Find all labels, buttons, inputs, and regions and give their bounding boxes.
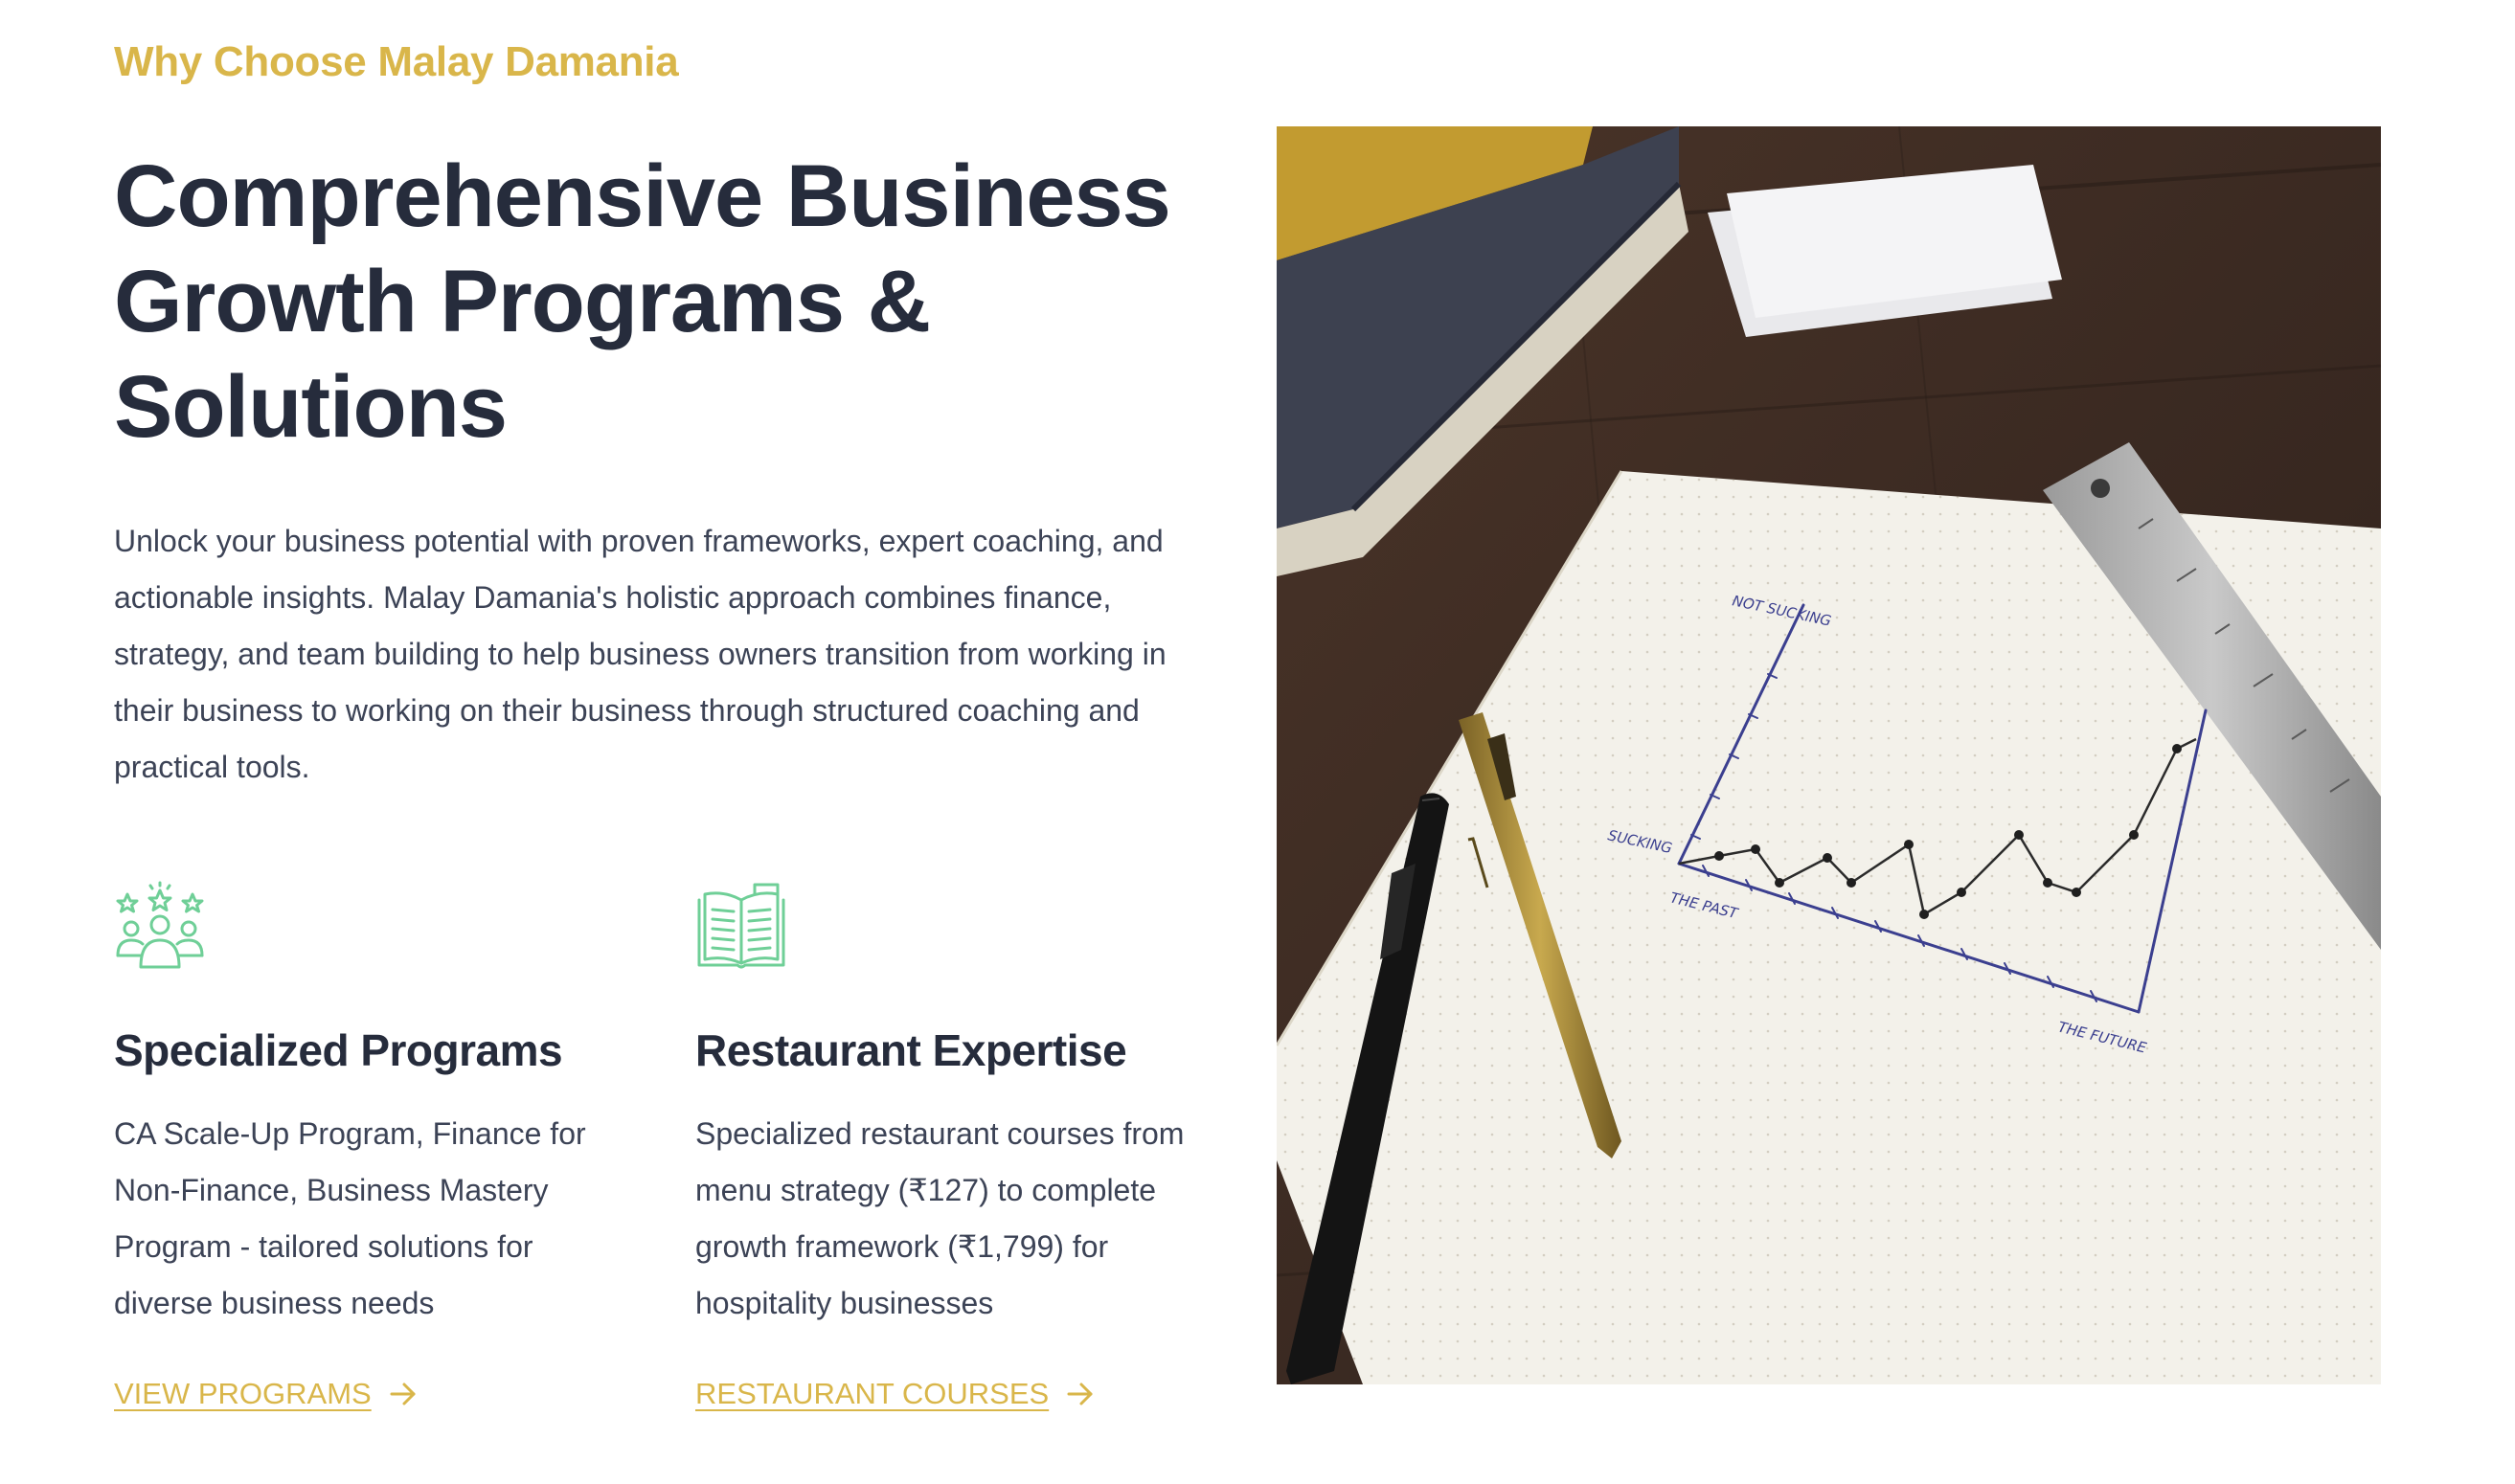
why-choose-section: Why Choose Malay Damania Comprehensive B…: [0, 0, 2515, 1484]
link-label: VIEW PROGRAMS: [114, 1377, 372, 1410]
link-label: RESTAURANT COURSES: [695, 1377, 1050, 1410]
feature-text: CA Scale-Up Program, Finance for Non-Fin…: [114, 1116, 586, 1320]
desk-scene-illustration: NOT SUCKING SUCKING THE PAST THE FUTURE: [1277, 126, 2381, 1384]
feature-title: Specialized Programs: [114, 1025, 563, 1075]
section-eyebrow: Why Choose Malay Damania: [114, 38, 679, 85]
section-description: Unlock your business potential with prov…: [114, 524, 1167, 784]
team-stars-icon: [116, 881, 204, 969]
feature-specialized-programs: Specialized Programs CA Scale-Up Program…: [114, 881, 631, 1410]
growth-chart-photo: NOT SUCKING SUCKING THE PAST THE FUTURE: [1277, 126, 2381, 1384]
section-title: Comprehensive Business Growth Programs &…: [114, 147, 1171, 456]
arrow-right-icon: [1067, 1383, 1093, 1405]
feature-restaurant-expertise: Restaurant Expertise Specialized restaur…: [695, 881, 1212, 1410]
feature-title: Restaurant Expertise: [695, 1025, 1127, 1075]
arrow-right-icon: [390, 1383, 416, 1405]
feature-text: Specialized restaurant courses from menu…: [695, 1116, 1185, 1320]
open-book-icon: [697, 883, 785, 969]
restaurant-courses-link[interactable]: RESTAURANT COURSES: [695, 1377, 1095, 1411]
view-programs-link[interactable]: VIEW PROGRAMS: [114, 1377, 418, 1411]
